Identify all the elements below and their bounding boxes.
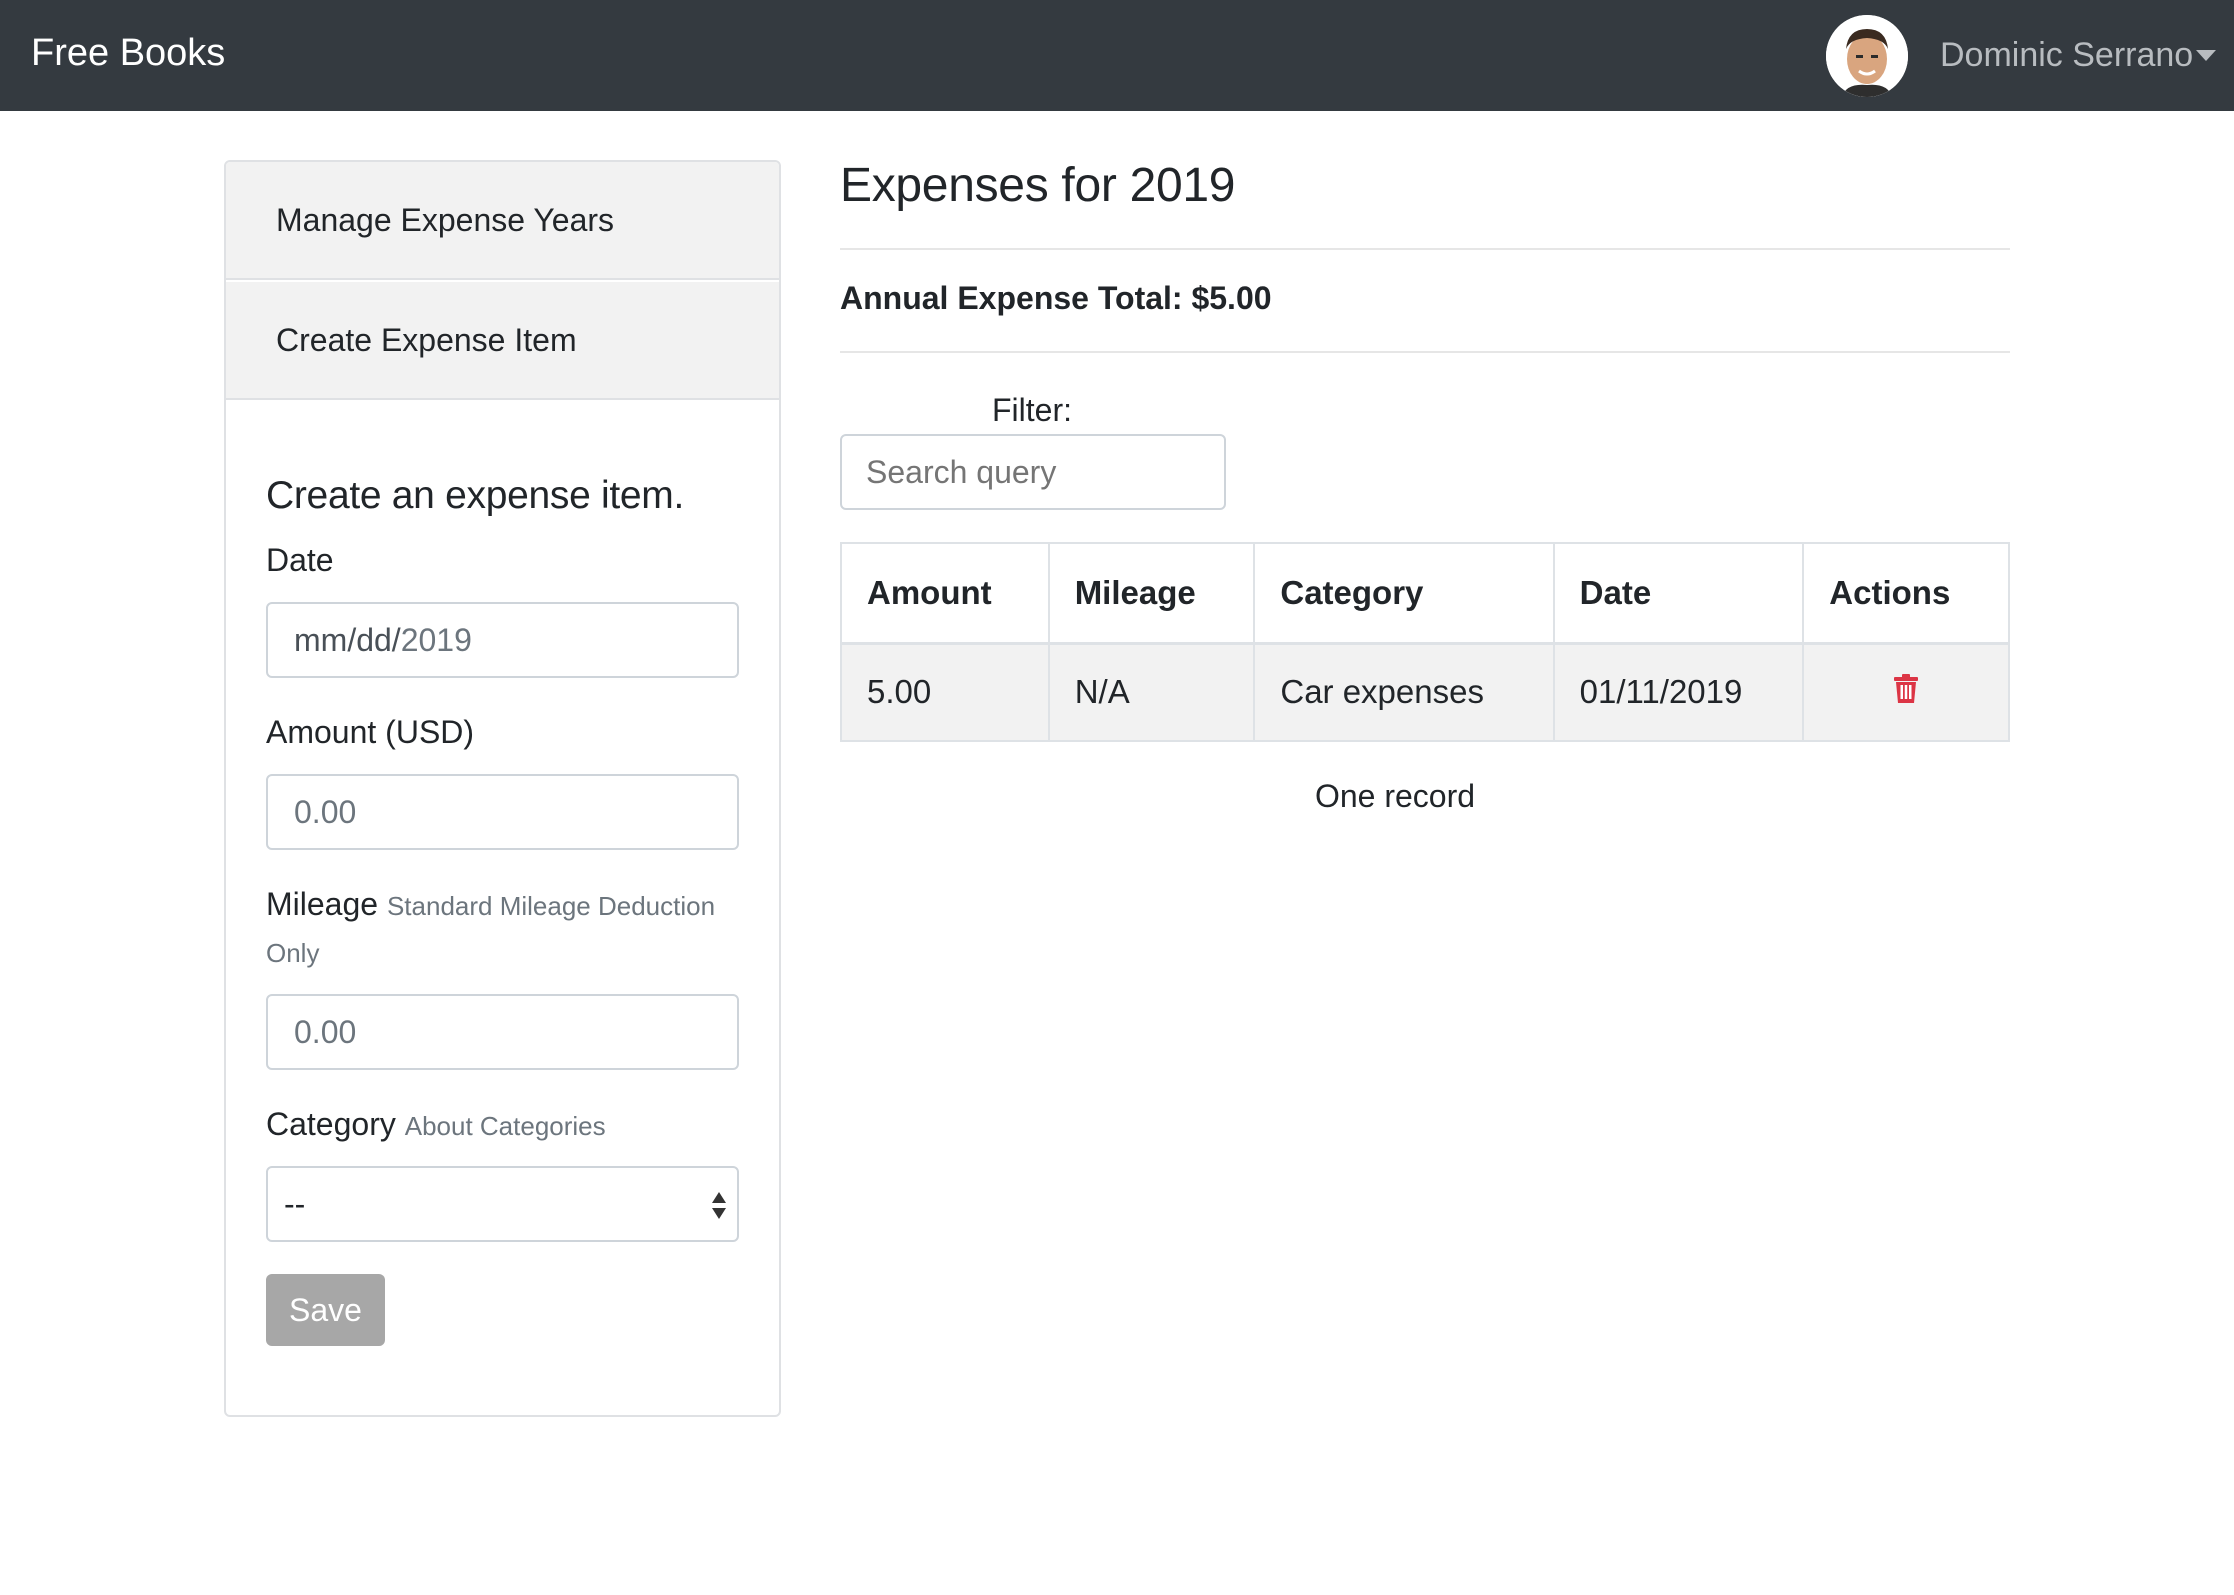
trash-icon[interactable] [1893,674,1919,712]
expenses-table: Amount Mileage Category Date Actions 5.0… [840,542,2010,742]
avatar-image [1826,15,1908,97]
save-button[interactable]: Save [266,1274,385,1346]
cell-category: Car expenses [1253,642,1555,742]
record-count: One record [1314,778,1476,814]
mileage-hint-continued: Only [266,938,320,968]
divider [840,351,2010,353]
annual-expense-total: Annual Expense Total: $5.00 [840,280,1272,316]
date-input[interactable]: mm/dd/2019 [266,602,739,678]
cell-date: 01/11/2019 [1552,642,1805,742]
amount-placeholder: 0.00 [294,794,357,830]
filter-label: Filter: [992,392,1072,428]
table-row: 5.00 N/A Car expenses 01/11/2019 [840,642,2010,742]
table-header-row: Amount Mileage Category Date Actions [840,542,2010,645]
select-arrows-icon [711,1190,727,1222]
date-placeholder-prefix: mm/dd/ [294,622,401,658]
category-select[interactable]: -- [266,1166,739,1242]
column-header-actions: Actions [1802,542,2010,645]
chevron-down-icon[interactable] [2196,50,2216,61]
navbar: Free Books Dominic Serrano [0,0,2234,111]
search-input[interactable] [840,434,1226,510]
page-title: Expenses for 2019 [840,159,1236,212]
user-menu-toggle[interactable]: Dominic Serrano [1940,36,2193,75]
column-header-date[interactable]: Date [1552,542,1805,645]
brand-link[interactable]: Free Books [31,32,225,75]
mileage-label: Mileage Standard Mileage Deduction [266,886,715,923]
category-label: Category About Categories [266,1106,606,1143]
column-header-mileage[interactable]: Mileage [1047,542,1256,645]
column-header-amount[interactable]: Amount [840,542,1050,645]
mileage-input[interactable]: 0.00 [266,994,739,1070]
sidebar-item-manage-expense-years[interactable]: Manage Expense Years [226,162,779,280]
column-header-category[interactable]: Category [1253,542,1555,645]
amount-input[interactable]: 0.00 [266,774,739,850]
date-label: Date [266,542,334,578]
category-label-text: Category [266,1106,396,1142]
mileage-label-text: Mileage [266,886,379,922]
sidebar-item-label: Create Expense Item [276,322,577,358]
sidebar-item-create-expense-item[interactable]: Create Expense Item [226,282,779,400]
user-avatar[interactable] [1826,15,1908,97]
about-categories-link[interactable]: About Categories [405,1111,606,1141]
cell-actions [1802,642,2010,742]
category-selected-value: -- [284,1186,306,1222]
amount-label: Amount (USD) [266,714,475,750]
mileage-placeholder: 0.00 [294,1014,357,1050]
sidebar: Manage Expense Years Create Expense Item… [224,160,781,1417]
mileage-hint: Standard Mileage Deduction [386,891,716,921]
date-year: 2019 [400,622,472,658]
cell-amount: 5.00 [840,642,1050,742]
sidebar-item-label: Manage Expense Years [276,202,615,238]
form-title: Create an expense item. [266,474,685,517]
divider [840,248,2010,250]
cell-mileage: N/A [1047,642,1256,742]
